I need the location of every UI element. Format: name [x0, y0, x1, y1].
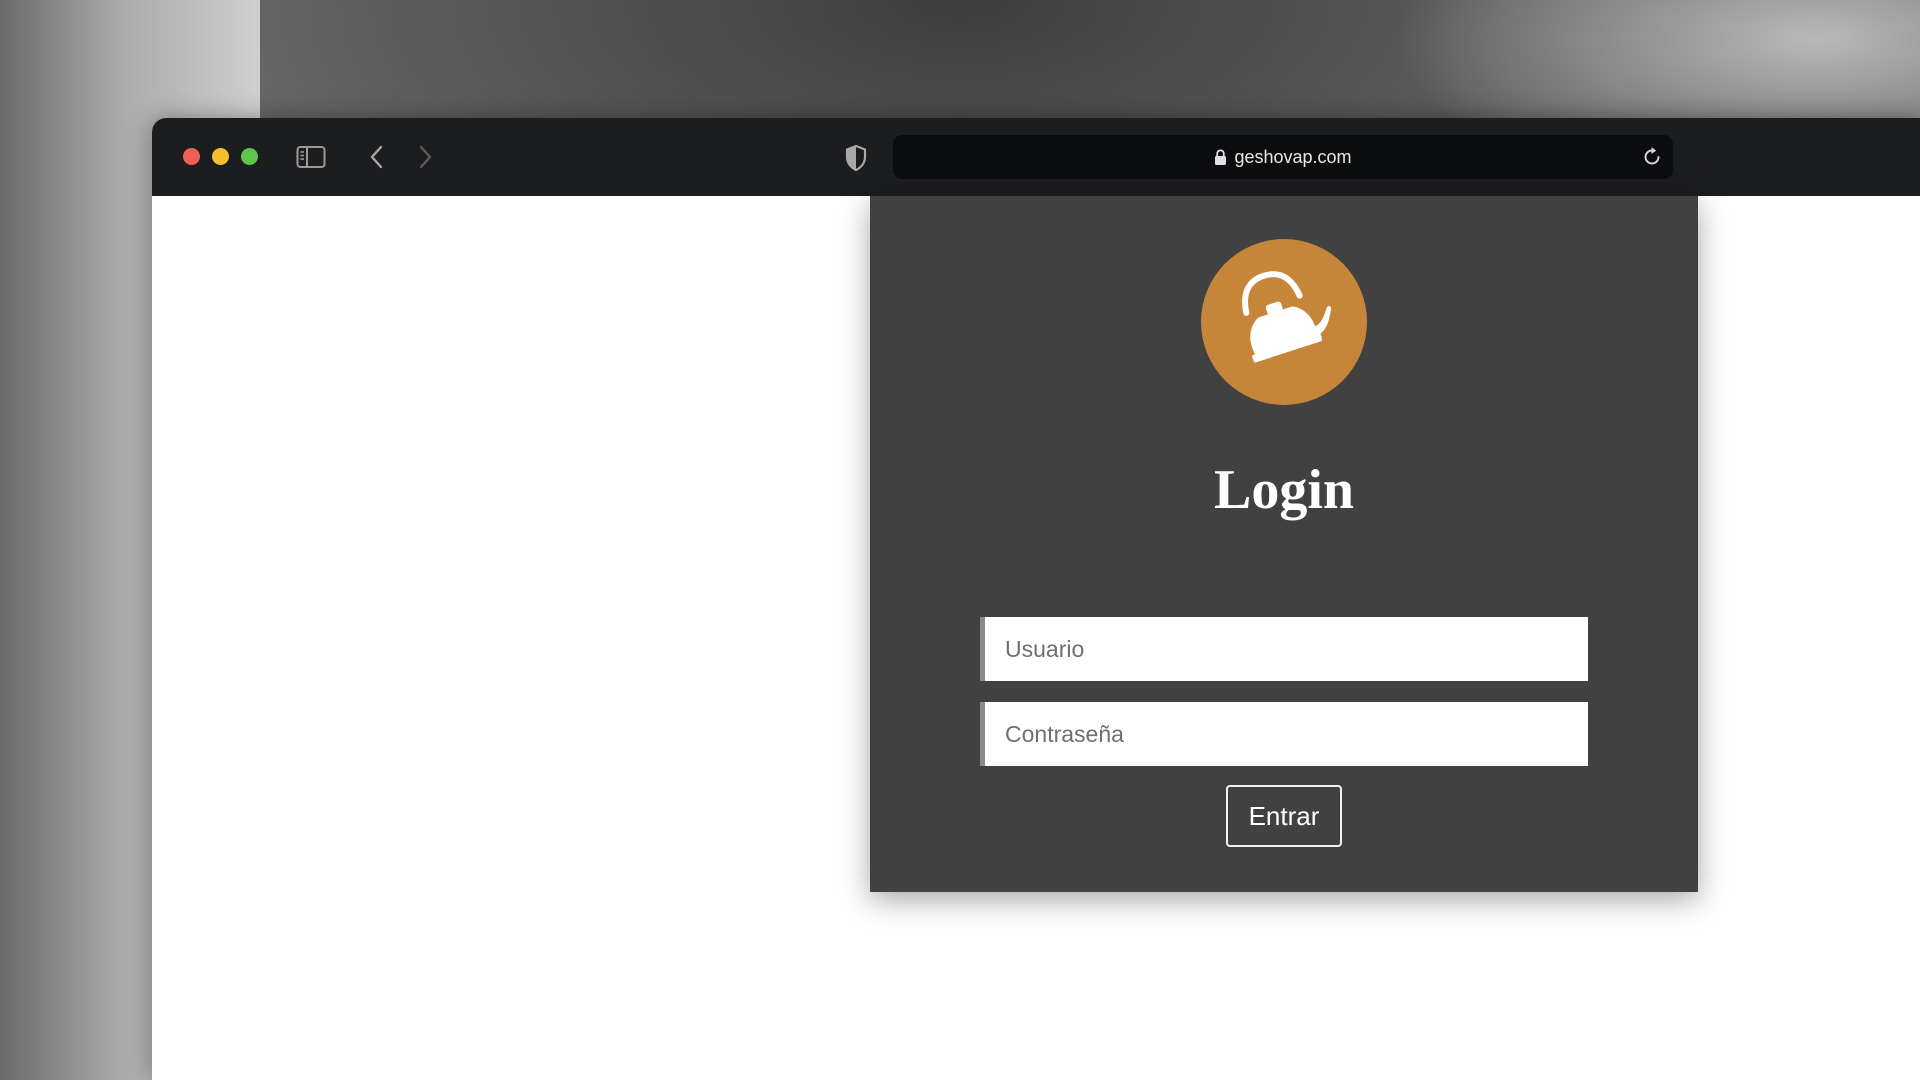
address-bar[interactable]: geshovap.com: [893, 135, 1673, 179]
browser-window: geshovap.com Login Usuario Entrar: [152, 118, 1920, 1080]
kettle-icon: [1242, 271, 1332, 363]
page-content: Login Entrar: [152, 196, 1920, 1080]
lock-icon: [1215, 148, 1227, 165]
login-card: Login Entrar: [870, 196, 1698, 892]
submit-button[interactable]: Entrar: [1226, 785, 1342, 847]
background-blur-top-right: [1400, 0, 1920, 130]
sidebar-icon[interactable]: [296, 145, 326, 169]
chevron-left-icon[interactable]: [368, 143, 386, 171]
login-title: Login: [1213, 459, 1355, 521]
chevron-right-icon[interactable]: [416, 143, 434, 171]
logo: [1201, 239, 1367, 405]
shield-icon[interactable]: [844, 144, 868, 172]
minimize-window-button[interactable]: [212, 148, 229, 165]
maximize-window-button[interactable]: [241, 148, 258, 165]
url-text: geshovap.com: [1234, 146, 1352, 167]
address-bar-content: geshovap.com: [893, 135, 1673, 179]
reload-icon[interactable]: [1641, 146, 1663, 168]
close-window-button[interactable]: [183, 148, 200, 165]
username-input[interactable]: [980, 617, 1588, 681]
password-input[interactable]: [980, 702, 1588, 766]
browser-toolbar: geshovap.com: [152, 118, 1920, 196]
